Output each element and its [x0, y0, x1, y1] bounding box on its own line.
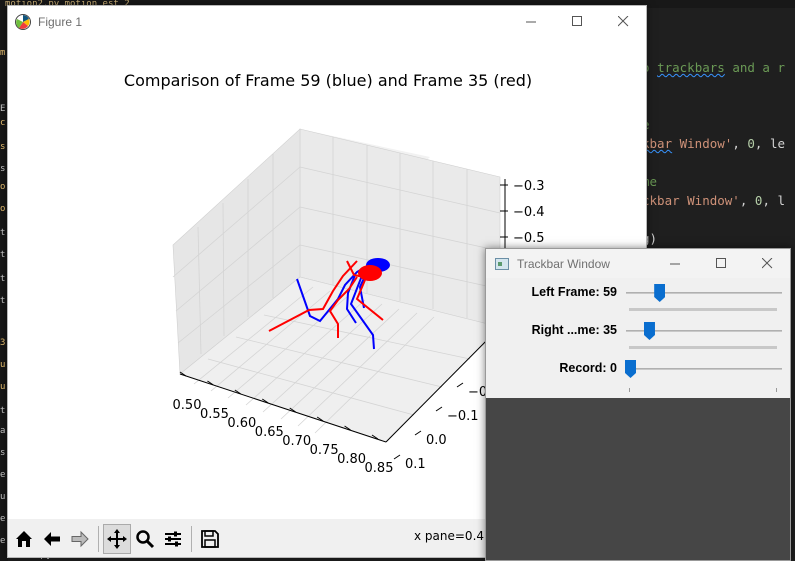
tick-label: 0.65 — [255, 425, 284, 440]
code-token: trackbars — [657, 60, 725, 75]
cursor-coordinates: x pane=0.47 — [414, 529, 492, 543]
trackbar-minimize-button[interactable] — [652, 249, 698, 278]
figure-window-controls — [508, 6, 646, 37]
maximize-icon — [571, 16, 582, 26]
slider-thumb[interactable] — [643, 322, 655, 340]
tick-mark — [435, 406, 443, 412]
trackbar-left-frame: Left Frame: 59 — [486, 282, 790, 318]
trackbar-titlebar[interactable]: Trackbar Window — [486, 249, 790, 278]
tick-label: 0.0 — [426, 433, 447, 448]
maximize-icon — [715, 258, 726, 268]
desktop: motion2.py motion_est 2 m E c s s o o t … — [0, 0, 795, 561]
tick-label: −0.3 — [513, 179, 545, 194]
slider-track[interactable] — [626, 368, 782, 370]
trackbar-window-controls — [652, 249, 790, 278]
trackbar-label: Right ...me: 35 — [531, 323, 617, 337]
slider-thumb[interactable] — [625, 360, 636, 378]
code-token: , l — [762, 193, 786, 208]
tick-mark — [393, 454, 401, 460]
forward-arrow-icon — [71, 530, 89, 548]
slider-thumb[interactable] — [654, 284, 666, 302]
minimize-button[interactable] — [508, 6, 554, 37]
tick-label: −0.5 — [513, 231, 545, 246]
tick-mark — [456, 382, 464, 388]
figure-titlebar[interactable]: Figure 1 — [8, 6, 646, 37]
home-button[interactable] — [10, 524, 38, 554]
trackbar-record: Record: 0 — [486, 358, 790, 394]
tick-label: 0.50 — [173, 398, 202, 413]
toolbar-separator — [191, 526, 192, 552]
red-head — [358, 265, 382, 281]
trackbar-right-frame: Right ...me: 35 — [486, 320, 790, 356]
code-line-3: kbar Window', 0, le — [642, 136, 785, 151]
minimize-icon — [669, 263, 680, 265]
trackbar-window: Trackbar Window Left Frame: 59 Right ...… — [485, 248, 791, 561]
slider-tick — [629, 388, 630, 392]
pan-icon — [107, 529, 127, 549]
figure-window-title: Figure 1 — [38, 14, 83, 29]
trackbar-label: Record: 0 — [559, 361, 617, 375]
code-token: ckbar Window' — [642, 193, 740, 208]
code-line-1: o trackbars and a r — [642, 60, 785, 75]
maximize-button[interactable] — [554, 6, 600, 37]
slider-track[interactable] — [626, 292, 782, 294]
tick-label: −0.4 — [513, 205, 545, 220]
matplotlib-icon — [15, 13, 31, 30]
slider-tick — [776, 388, 777, 392]
code-token: and a r — [724, 60, 786, 75]
trackbar-window-title: Trackbar Window — [517, 256, 610, 271]
slider-underline — [629, 308, 777, 311]
tick-label: 0.70 — [282, 434, 311, 449]
pan-button[interactable] — [103, 524, 131, 554]
tick-mark — [414, 430, 422, 436]
configure-subplots-button[interactable] — [159, 524, 187, 554]
back-arrow-icon — [44, 532, 60, 546]
back-button[interactable] — [38, 524, 66, 554]
tick-label: 0.55 — [200, 407, 229, 422]
trackbar-panel: Left Frame: 59 Right ...me: 35 Record: 0 — [486, 278, 790, 398]
slider-underline — [629, 346, 777, 349]
forward-button[interactable] — [66, 524, 94, 554]
zoom-icon — [136, 530, 155, 549]
trackbar-image-area — [486, 398, 790, 560]
tick-label: 0.60 — [227, 416, 256, 431]
window-app-icon — [495, 257, 509, 270]
tick-label: 0.75 — [310, 443, 339, 458]
code-token: , — [739, 193, 755, 208]
configure-icon — [165, 531, 181, 547]
code-line-5: ckbar Window', 0, l — [642, 193, 785, 208]
code-token: Window' — [672, 136, 733, 151]
home-icon — [16, 531, 32, 547]
close-icon — [761, 258, 772, 269]
zoom-button[interactable] — [131, 524, 159, 554]
tick-label: 0.80 — [337, 452, 366, 467]
tick-label: 0.85 — [365, 461, 394, 476]
trackbar-close-button[interactable] — [744, 249, 790, 278]
save-icon — [201, 530, 219, 548]
code-token: , le — [754, 136, 786, 151]
close-icon — [617, 16, 628, 27]
tick-label: 0.1 — [405, 457, 426, 472]
code-token: 0 — [747, 136, 755, 151]
code-token: , — [732, 136, 748, 151]
z-axis-ticks: −0.3 −0.4 −0.5 — [500, 179, 545, 246]
trackbar-label: Left Frame: 59 — [531, 285, 617, 299]
save-button[interactable] — [196, 524, 224, 554]
minimize-icon — [525, 21, 536, 23]
toolbar-separator — [98, 526, 99, 552]
tick-label: −0.1 — [447, 409, 479, 424]
close-button[interactable] — [600, 6, 646, 37]
trackbar-maximize-button[interactable] — [698, 249, 744, 278]
